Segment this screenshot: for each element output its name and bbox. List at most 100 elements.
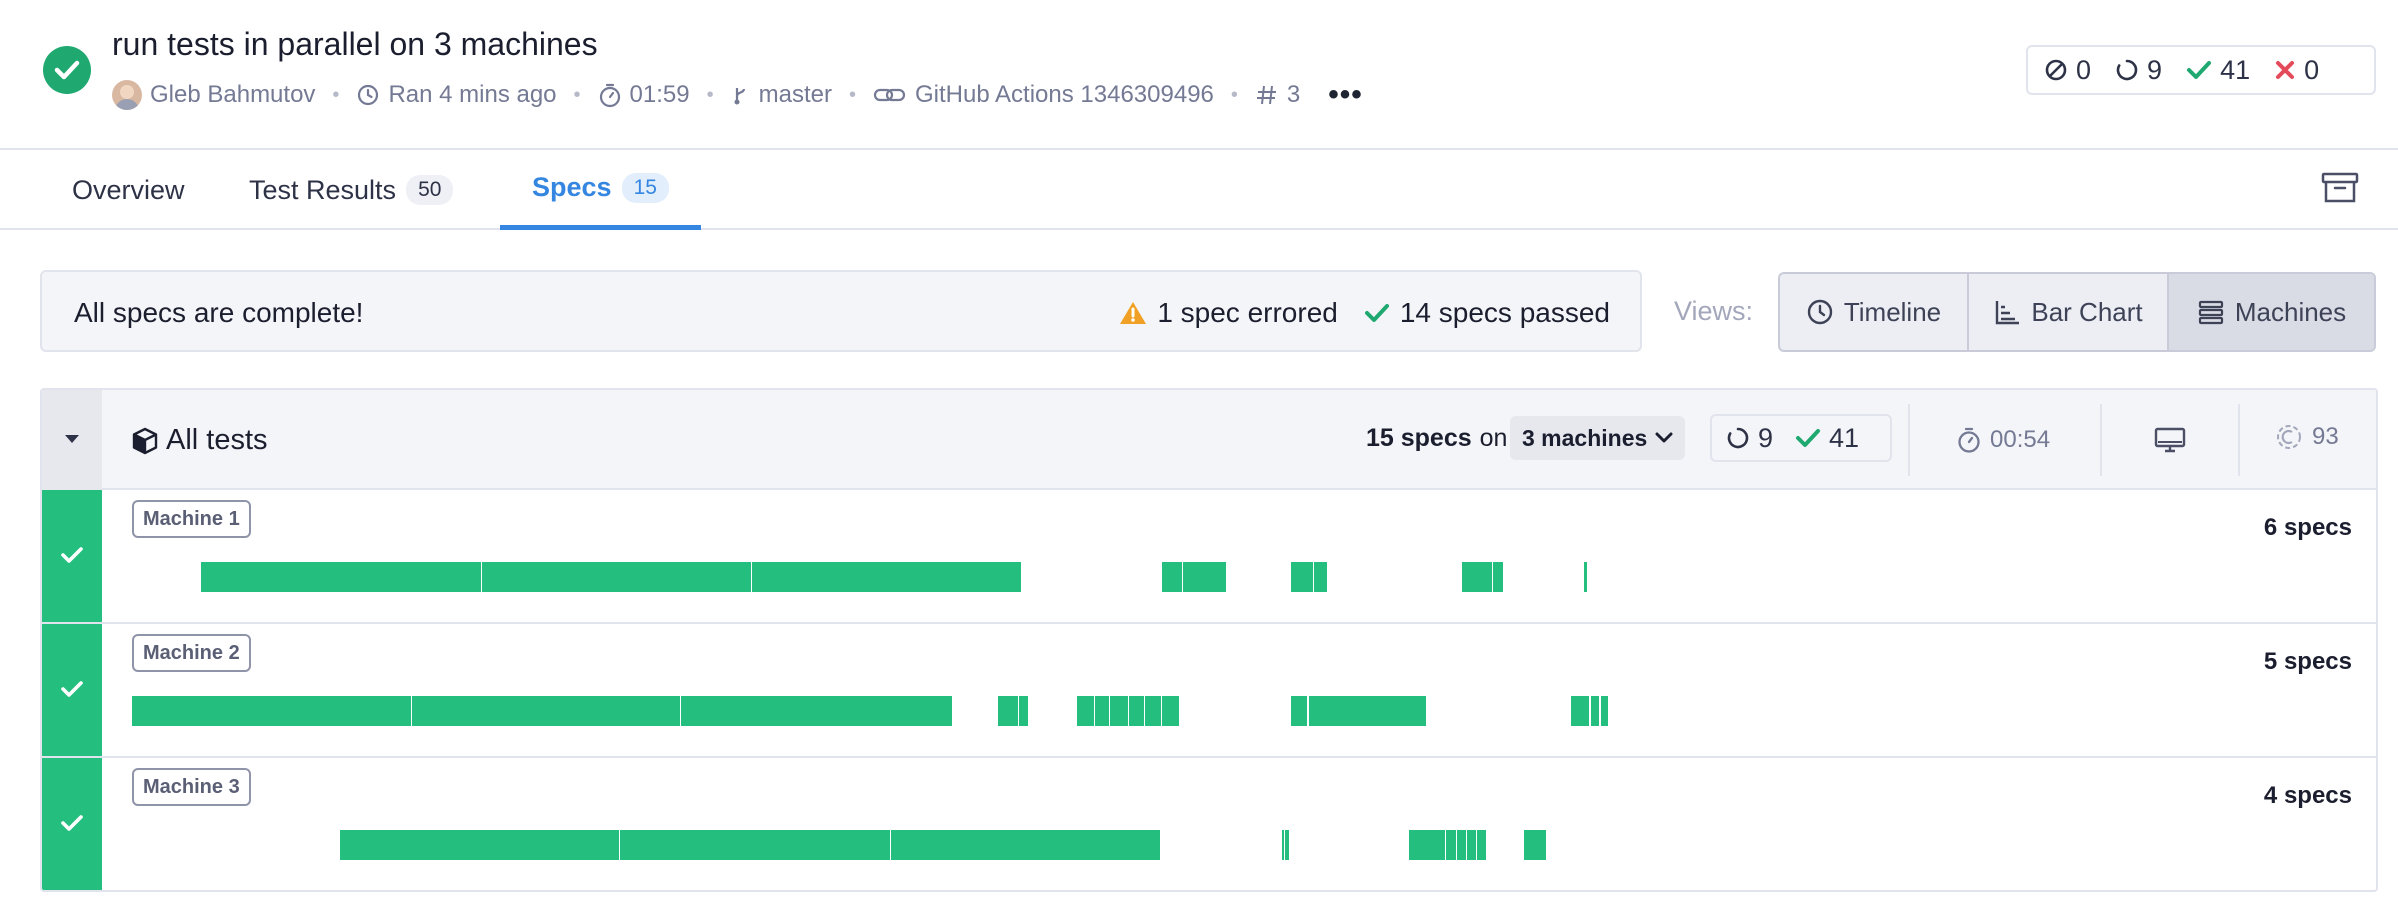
spec-timeline-bar[interactable] [1461, 562, 1492, 592]
machine-specs-count: 4 specs [2263, 782, 2352, 809]
summary-stats: 1 spec errored 14 specs passed [1093, 297, 1610, 329]
stopwatch-icon [1958, 427, 1980, 453]
spec-timeline-bar[interactable] [1308, 696, 1427, 726]
spec-timeline-bar[interactable] [1590, 696, 1600, 726]
cube-icon [132, 427, 158, 454]
spec-timeline-bar[interactable] [1109, 696, 1128, 726]
bar-chart-view-button[interactable]: Bar Chart [1969, 274, 2169, 350]
machines-panel: All tests 15 specs on 3 machines 9 41 00… [40, 388, 2378, 892]
check-icon [1796, 429, 1821, 447]
meta-separator: • [1230, 83, 1238, 106]
more-options-button[interactable]: ••• [1328, 78, 1363, 112]
run-ci-link[interactable]: GitHub Actions 1346309496 [873, 81, 1214, 109]
author-name: Gleb Bahmutov [150, 81, 316, 108]
spec-timeline-bar[interactable] [1287, 830, 1290, 860]
spec-timeline-bar[interactable] [1457, 830, 1467, 860]
group-passed-count: 41 [1795, 423, 1859, 454]
spec-timeline-bar[interactable] [997, 696, 1018, 726]
spec-timeline-bar[interactable] [1477, 830, 1487, 860]
group-flake-count: 93 [2274, 422, 2339, 452]
run-header: run tests in parallel on 3 machines Gleb… [0, 0, 2398, 150]
spec-timeline-bar[interactable] [1076, 696, 1095, 726]
archive-icon[interactable] [2320, 170, 2360, 206]
machine-passed-status [42, 490, 102, 622]
timeline-view-button[interactable]: Timeline [1780, 274, 1969, 350]
run-branch[interactable]: master [731, 81, 832, 109]
machine-row: Machine 1 6 specs [42, 490, 2376, 624]
branch-name: master [758, 81, 832, 108]
passed-count: 41 [2186, 55, 2250, 86]
machines-view-button[interactable]: Machines [2169, 274, 2374, 350]
spec-timeline-bar[interactable] [1600, 696, 1609, 726]
spec-timeline-bar[interactable] [1095, 696, 1109, 726]
run-duration: 01:59 [598, 81, 690, 109]
run-title: run tests in parallel on 3 machines [112, 26, 598, 62]
specs-summary-banner: All specs are complete! 1 spec errored 1… [40, 270, 1642, 352]
author-avatar [112, 80, 142, 110]
group-test-counts: 9 41 [1710, 414, 1892, 462]
skipped-icon [2045, 59, 2067, 81]
failed-count: 0 [2274, 55, 2319, 86]
run-time: Ran 4 mins ago [356, 81, 557, 109]
tab-test-results[interactable]: Test Results 50 [249, 150, 454, 230]
spec-timeline-bar[interactable] [1408, 830, 1446, 860]
run-meta: Gleb Bahmutov • Ran 4 mins ago • 01:59 •… [112, 78, 1363, 112]
all-tests-title: All tests [130, 424, 268, 457]
spec-timeline-bar[interactable] [620, 830, 891, 860]
machine-label: Machine 1 [132, 500, 251, 538]
spec-timeline-bar[interactable] [339, 830, 620, 860]
warning-icon [1120, 302, 1147, 324]
views-label: Views: [1674, 296, 1754, 326]
header-divider [1908, 404, 1910, 476]
meta-separator: • [706, 83, 714, 106]
run-test-counts: 0 9 41 0 [2026, 45, 2376, 95]
spec-timeline-bar[interactable] [132, 696, 411, 726]
spec-timeline-bar[interactable] [1583, 562, 1587, 592]
spec-timeline-bar[interactable] [752, 562, 1022, 592]
spec-timeline-bar[interactable] [200, 562, 481, 592]
spec-timeline-bar[interactable] [1290, 562, 1314, 592]
specs-on-machines: 15 specs on [1366, 424, 1508, 452]
spec-timeline-bar[interactable] [891, 830, 1160, 860]
spec-timeline-bar[interactable] [1314, 562, 1328, 592]
spec-timeline-bar[interactable] [481, 562, 752, 592]
pending-icon [1727, 427, 1749, 449]
spec-timeline-bar[interactable] [1162, 562, 1183, 592]
spec-timeline-bar[interactable] [1183, 562, 1227, 592]
spec-timeline-bar[interactable] [1290, 696, 1308, 726]
spec-timeline-bar[interactable] [1523, 830, 1547, 860]
collapse-group-button[interactable] [42, 390, 102, 490]
spec-timeline-bar[interactable] [1145, 696, 1161, 726]
spec-timeline-bar[interactable] [1128, 696, 1145, 726]
tab-overview[interactable]: Overview [72, 150, 185, 230]
all-tests-group-header: All tests 15 specs on 3 machines 9 41 00… [42, 390, 2376, 490]
machine-passed-status [42, 758, 102, 890]
monitor-icon[interactable] [2154, 426, 2186, 454]
spec-timeline-bar[interactable] [1446, 830, 1457, 860]
header-divider [2238, 404, 2240, 476]
group-duration: 00:54 [1956, 426, 2050, 454]
check-icon [61, 815, 83, 831]
chevron-down-icon [1655, 432, 1673, 443]
spec-timeline-bar[interactable] [1162, 696, 1179, 726]
spec-timeline-bar[interactable] [1492, 562, 1503, 592]
cross-icon [2276, 61, 2295, 79]
run-time-text: Ran 4 mins ago [388, 81, 557, 108]
view-switcher: Timeline Bar Chart Machines [1778, 272, 2376, 352]
spec-timeline-bar[interactable] [681, 696, 953, 726]
machine-timeline [132, 830, 2352, 860]
run-tabs: Overview Test Results 50 Specs 15 [0, 150, 2398, 230]
passed-stat: 14 specs passed [1364, 297, 1610, 329]
check-icon [61, 547, 83, 563]
stopwatch-icon [599, 83, 620, 108]
run-duration-text: 01:59 [629, 81, 690, 108]
tab-specs[interactable]: Specs 15 [500, 150, 701, 230]
run-author[interactable]: Gleb Bahmutov [112, 80, 315, 110]
spec-timeline-bar[interactable] [1467, 830, 1477, 860]
spec-timeline-bar[interactable] [1018, 696, 1028, 726]
spec-timeline-bar[interactable] [411, 696, 681, 726]
machines-dropdown[interactable]: 3 machines [1510, 416, 1686, 460]
spec-timeline-bar[interactable] [1570, 696, 1590, 726]
specs-count-badge: 15 [621, 172, 669, 203]
group-specs-count: 15 specs [1366, 424, 1472, 452]
